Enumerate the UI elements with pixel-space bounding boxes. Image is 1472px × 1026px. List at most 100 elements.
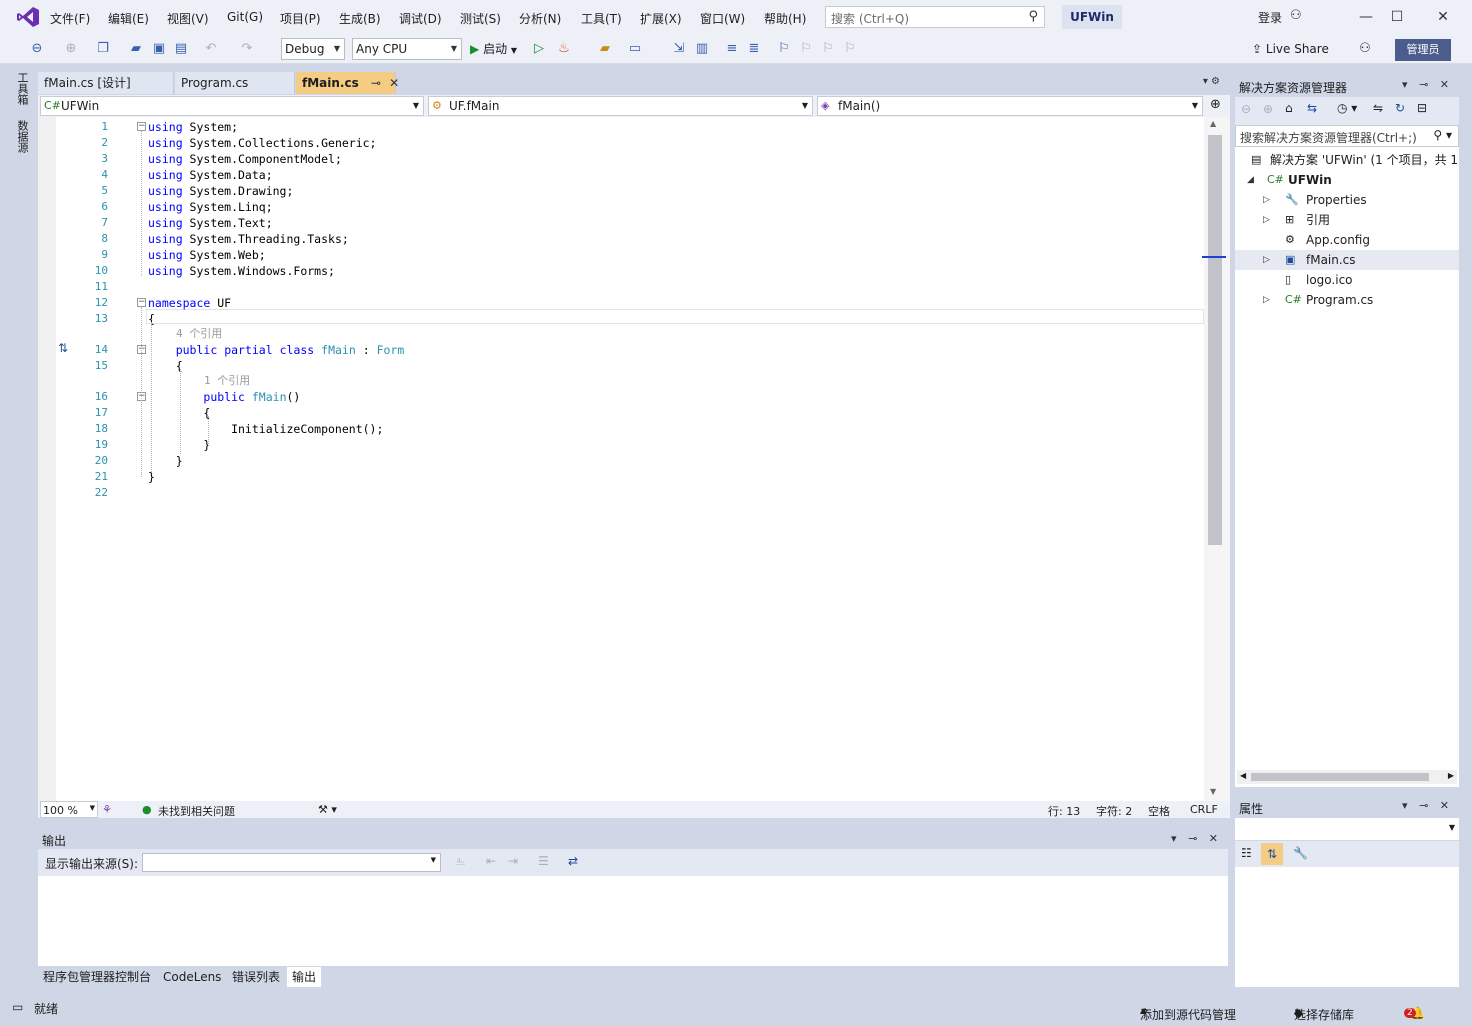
tree-item-solution[interactable]: ▤ 解决方案 'UFWin' (1 个项目，共 1 <box>1235 150 1459 170</box>
menu-file[interactable]: 文件(F) <box>50 10 90 27</box>
fold-toggle-icon[interactable]: − <box>137 298 146 307</box>
close-window-button[interactable]: ✕ <box>1428 6 1458 28</box>
new-project-icon[interactable]: ❐ <box>94 40 112 58</box>
forward-icon[interactable]: ⊕ <box>62 40 80 58</box>
intellicode-icon[interactable]: ⚘ <box>102 803 112 816</box>
code-line[interactable]: public fMain() <box>148 390 300 404</box>
tab-fmain-cs[interactable]: fMain.cs ⊸ ✕ <box>296 72 399 94</box>
collapsed-arrow-icon[interactable]: ▷ <box>1263 190 1270 210</box>
tree-item-properties[interactable]: ▷ 🔧 Properties <box>1235 190 1459 210</box>
search-input[interactable]: 搜索 (Ctrl+Q) ⚲ <box>825 6 1045 28</box>
alphabetical-icon[interactable]: ⇅ <box>1261 843 1283 865</box>
code-line[interactable]: using System.ComponentModel; <box>148 152 342 166</box>
back-icon[interactable]: ⊖ <box>28 40 46 58</box>
menu-debug[interactable]: 调试(D) <box>399 10 442 27</box>
menu-edit[interactable]: 编辑(E) <box>108 10 149 27</box>
implementation-icon[interactable]: ⇅ <box>58 341 68 355</box>
tree-item-app-config[interactable]: ⚙ App.config <box>1235 230 1459 250</box>
feedback-icon[interactable]: ⚇ <box>1356 40 1374 58</box>
forward-icon[interactable]: ⊕ <box>1263 102 1273 116</box>
toolbox-tab[interactable]: 工具箱 <box>14 72 30 105</box>
codelens-class-references[interactable]: 4 个引用 <box>176 325 222 341</box>
platform-select[interactable]: Any CPU ▼ <box>352 38 462 60</box>
code-line[interactable]: using System; <box>148 120 238 134</box>
menu-view[interactable]: 视图(V) <box>167 10 209 27</box>
pane-controls-icon[interactable]: ▾ ⊸ ✕ <box>1402 78 1453 91</box>
code-line[interactable]: using System.Threading.Tasks; <box>148 232 349 246</box>
bookmark-icon[interactable]: ⚐ <box>775 40 793 58</box>
back-icon[interactable]: ⊖ <box>1241 102 1251 116</box>
uncomment-icon[interactable]: ≣ <box>745 40 763 58</box>
member-dropdown[interactable]: ◈ fMain() ▼ <box>817 96 1203 116</box>
class-dropdown[interactable]: ⚙ UF.fMain ▼ <box>428 96 813 116</box>
tab-fmain-designer[interactable]: fMain.cs [设计] <box>38 72 174 94</box>
tab-codelens[interactable]: CodeLens <box>158 967 226 987</box>
tab-error-list[interactable]: 错误列表 <box>227 967 285 987</box>
tab-overflow-icon[interactable]: ▾ ⚙ <box>1203 76 1220 87</box>
horizontal-scrollbar[interactable]: ◀ ▶ <box>1237 770 1457 784</box>
line-ending-indicator[interactable]: CRLF <box>1190 803 1218 816</box>
switch-views-icon[interactable]: ⇆ <box>1307 101 1317 115</box>
collapsed-arrow-icon[interactable]: ▷ <box>1263 210 1270 230</box>
maximize-button[interactable]: ☐ <box>1382 6 1412 28</box>
find-message-icon[interactable]: ⎁ <box>456 854 466 869</box>
code-line[interactable]: public partial class fMain : Form <box>148 343 405 357</box>
fold-toggle-icon[interactable]: − <box>137 122 146 131</box>
code-line[interactable]: using System.Web; <box>148 248 266 262</box>
menu-help[interactable]: 帮助(H) <box>764 10 806 27</box>
menu-window[interactable]: 窗口(W) <box>700 10 745 27</box>
prev-bookmark-icon[interactable]: ⚐ <box>797 40 815 58</box>
open-file-icon[interactable]: ▰ <box>127 40 145 58</box>
split-icon[interactable]: ⊕ <box>1210 97 1221 112</box>
refresh-icon[interactable]: ↻ <box>1395 101 1405 115</box>
menu-analyze[interactable]: 分析(N) <box>519 10 561 27</box>
pin-icon[interactable]: ⊸ <box>371 76 381 90</box>
save-icon[interactable]: ▣ <box>150 40 168 58</box>
menu-git[interactable]: Git(G) <box>227 10 263 24</box>
scrollbar-thumb[interactable] <box>1208 135 1222 545</box>
output-source-select[interactable]: ▼ <box>142 853 441 872</box>
whitespace-indicator[interactable]: 空格 <box>1148 803 1170 819</box>
code-editor[interactable]: 1 using System; 2 using System.Collections.… <box>38 117 1230 801</box>
word-wrap-icon[interactable]: ⇄ <box>568 854 578 868</box>
account-icon[interactable]: ⚇ <box>1290 8 1302 23</box>
minimize-button[interactable]: — <box>1351 6 1381 28</box>
notifications-button[interactable]: 🔔 2 <box>1404 1000 1425 1020</box>
pending-changes-icon[interactable]: ◷ ▾ <box>1337 101 1357 115</box>
datasource-tab[interactable]: 数据源 <box>14 120 30 153</box>
zoom-select[interactable]: 100 % ▼ <box>40 801 98 818</box>
tab-output[interactable]: 输出 <box>287 967 322 987</box>
start-debug-button[interactable]: ▶ 启动 ▼ <box>470 40 517 57</box>
step-icon[interactable]: ⇲ <box>670 40 688 58</box>
live-share-button[interactable]: ⇪ Live Share <box>1252 42 1329 56</box>
code-line[interactable]: } <box>148 454 183 468</box>
code-line[interactable]: using System.Text; <box>148 216 273 230</box>
collapsed-arrow-icon[interactable]: ▷ <box>1263 250 1270 270</box>
tree-item-fmain[interactable]: ▷ ▣ fMain.cs <box>1235 250 1459 270</box>
layout-icon[interactable]: ▭ <box>626 40 644 58</box>
menu-tools[interactable]: 工具(T) <box>581 10 622 27</box>
property-pages-icon[interactable]: 🔧 <box>1293 846 1308 860</box>
tree-item-program[interactable]: ▷ C# Program.cs <box>1235 290 1459 310</box>
code-cleanup-icon[interactable]: ⚒ ▾ <box>318 803 337 816</box>
hot-reload-icon[interactable]: ♨ <box>555 40 573 58</box>
codelens-ctor-references[interactable]: 1 个引用 <box>204 372 250 388</box>
code-map-icon[interactable]: ▥ <box>693 40 711 58</box>
start-without-debug-icon[interactable]: ▷ <box>530 40 548 58</box>
sync-icon[interactable]: ⇋ <box>1373 101 1383 115</box>
tab-program-cs[interactable]: Program.cs <box>175 72 295 94</box>
tree-item-project[interactable]: ◢ C# UFWin <box>1235 170 1459 190</box>
tree-item-logo[interactable]: ▯ logo.ico <box>1235 270 1459 290</box>
close-tab-icon[interactable]: ✕ <box>389 76 399 90</box>
clear-all-icon[interactable]: ☰ <box>538 854 549 868</box>
scrollbar-thumb[interactable] <box>1251 773 1429 781</box>
collapsed-arrow-icon[interactable]: ▷ <box>1263 290 1270 310</box>
menu-project[interactable]: 项目(P) <box>280 10 321 27</box>
undo-icon[interactable]: ↶ <box>202 40 220 58</box>
collapse-all-icon[interactable]: ⊟ <box>1417 101 1427 115</box>
menu-build[interactable]: 生成(B) <box>339 10 381 27</box>
scroll-up-icon[interactable]: ▲ <box>1210 119 1216 128</box>
tree-item-references[interactable]: ▷ ⊞ 引用 <box>1235 210 1459 230</box>
menu-test[interactable]: 测试(S) <box>460 10 501 27</box>
line-indicator[interactable]: 行: 13 <box>1048 803 1080 819</box>
